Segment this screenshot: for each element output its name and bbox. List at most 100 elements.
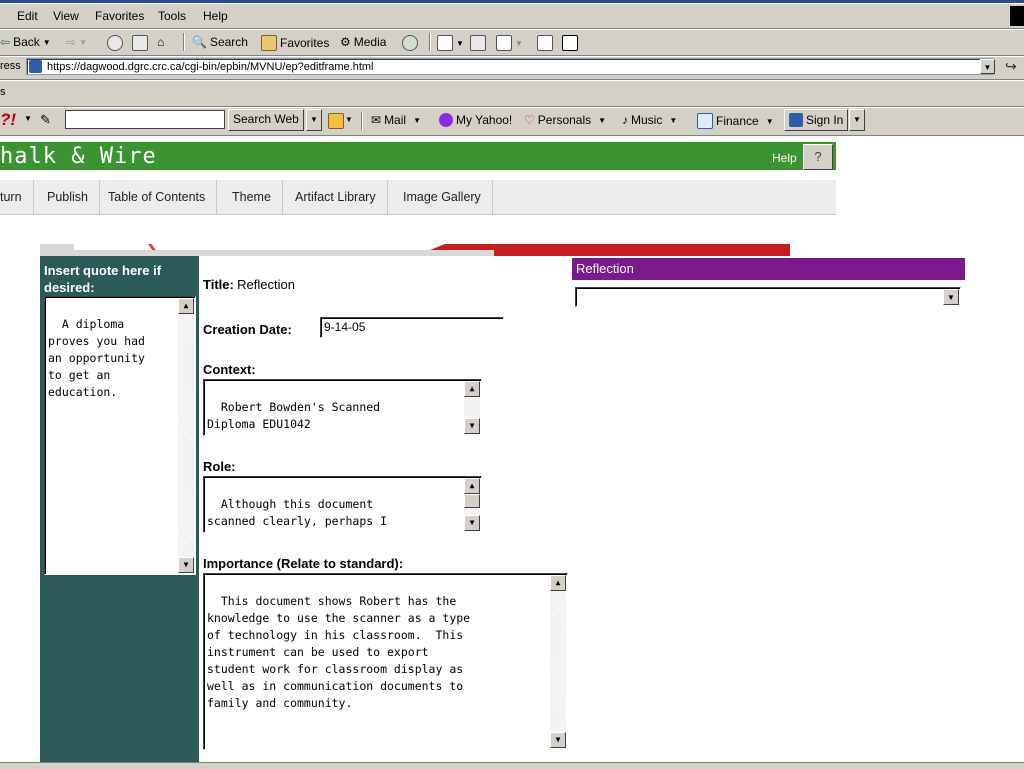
- chevron-down-icon: ▼: [765, 116, 774, 126]
- scroll-up-icon[interactable]: ▲: [550, 575, 566, 591]
- menu-view[interactable]: View: [53, 9, 79, 23]
- history-icon: [402, 35, 418, 51]
- stop-button[interactable]: [107, 35, 123, 51]
- edit-button[interactable]: ▼: [496, 35, 523, 51]
- page-icon: [29, 60, 42, 73]
- chevron-down-icon: ▼: [515, 38, 523, 48]
- chevron-down-icon: ▼: [42, 37, 51, 47]
- nav-return[interactable]: turn: [0, 180, 34, 214]
- menu-edit[interactable]: Edit: [17, 9, 38, 23]
- music-label: Music: [631, 113, 663, 127]
- select-dropdown-arrow-icon[interactable]: ▼: [943, 289, 959, 305]
- search-button[interactable]: 🔍 Search: [192, 35, 248, 49]
- context-text: Robert Bowden's Scanned Diploma EDU1042: [207, 400, 381, 431]
- sign-in-dropdown[interactable]: ▼: [849, 109, 865, 131]
- chevron-down-icon: ▼: [598, 115, 607, 125]
- scroll-down-icon[interactable]: ▼: [550, 732, 566, 748]
- envelope-icon: ✉: [371, 113, 382, 127]
- scroll-up-icon[interactable]: ▲: [464, 381, 480, 397]
- refresh-button[interactable]: [132, 35, 148, 51]
- search-web-dropdown[interactable]: ▼: [306, 109, 322, 131]
- address-input[interactable]: https://dagwood.dgrc.crc.ca/cgi-bin/epbi…: [26, 58, 994, 75]
- back-button[interactable]: ⇦ Back ▼: [0, 35, 51, 49]
- my-yahoo-label: My Yahoo!: [456, 113, 513, 127]
- quote-textarea[interactable]: A diploma proves you had an opportunity …: [44, 296, 196, 575]
- nav-table-of-contents[interactable]: Table of Contents: [97, 180, 218, 214]
- scroll-thumb[interactable]: [464, 494, 480, 508]
- menu-favorites[interactable]: Favorites: [95, 9, 144, 23]
- importance-scrollbar[interactable]: ▲ ▼: [550, 575, 566, 748]
- finance-chart-icon: [697, 113, 713, 129]
- home-icon: ⌂: [157, 35, 165, 49]
- chevron-down-icon[interactable]: ▼: [24, 114, 32, 123]
- menu-tools[interactable]: Tools: [158, 9, 186, 23]
- importance-textarea[interactable]: This document shows Robert has the knowl…: [203, 573, 568, 750]
- music-button[interactable]: ♪ Music ▼: [622, 113, 677, 127]
- chevron-down-icon[interactable]: ▼: [345, 115, 353, 124]
- menu-bar: Edit View Favorites Tools Help: [0, 3, 1024, 29]
- quote-scrollbar[interactable]: ▲ ▼: [178, 298, 194, 573]
- menu-help[interactable]: Help: [203, 9, 228, 23]
- role-scrollbar[interactable]: ▲ ▼: [464, 478, 480, 531]
- help-label[interactable]: Help: [772, 151, 797, 165]
- role-label: Role:: [203, 459, 236, 474]
- print-icon: [470, 35, 486, 51]
- role-text: Although this document scanned clearly, …: [207, 497, 394, 532]
- history-button[interactable]: [402, 35, 418, 51]
- media-label: Media: [353, 35, 387, 49]
- home-button[interactable]: ⌂: [157, 35, 164, 49]
- mail-toolbar-button[interactable]: ▼: [437, 35, 464, 51]
- stop-icon: [107, 35, 123, 51]
- sign-in-button[interactable]: Sign In: [784, 109, 849, 131]
- quote-label: Insert quote here if desired:: [44, 263, 162, 295]
- title-value: Reflection: [237, 277, 295, 292]
- scroll-down-icon[interactable]: ▼: [464, 418, 480, 434]
- app-title: halk & Wire: [0, 144, 157, 169]
- context-textarea[interactable]: Robert Bowden's Scanned Diploma EDU1042 …: [203, 379, 482, 436]
- toolbar-separator: [429, 33, 431, 51]
- yahoo-logo-icon[interactable]: ?!: [0, 110, 16, 130]
- search-label: Search: [209, 35, 248, 49]
- nav-publish[interactable]: Publish: [36, 180, 100, 214]
- scroll-up-icon[interactable]: ▲: [464, 478, 480, 494]
- help-button[interactable]: ?: [803, 144, 833, 170]
- bookmarks-icon[interactable]: [328, 113, 344, 129]
- search-icon: 🔍: [192, 35, 207, 49]
- address-dropdown-button[interactable]: ▼: [980, 59, 995, 74]
- nav-artifact-library[interactable]: Artifact Library: [284, 180, 388, 214]
- search-web-button[interactable]: Search Web: [228, 109, 304, 131]
- creation-date-input[interactable]: 9-14-05: [320, 317, 504, 338]
- nav-image-gallery[interactable]: Image Gallery: [392, 180, 493, 214]
- forward-button[interactable]: ⇨ ▼: [66, 35, 87, 49]
- context-label: Context:: [203, 362, 256, 377]
- highlighter-icon[interactable]: ✎: [40, 112, 51, 128]
- scroll-down-icon[interactable]: ▼: [178, 557, 194, 573]
- role-textarea[interactable]: Although this document scanned clearly, …: [203, 476, 482, 533]
- forward-arrow-icon: ⇨: [66, 35, 77, 49]
- yahoo-search-input[interactable]: [65, 110, 225, 129]
- banner-graphic: [40, 244, 790, 256]
- toolbar-separator: [183, 33, 185, 51]
- finance-button[interactable]: Finance ▼: [697, 113, 774, 129]
- discuss-button[interactable]: [537, 35, 553, 51]
- my-yahoo-button[interactable]: My Yahoo!: [439, 113, 512, 127]
- personals-label: Personals: [537, 113, 592, 127]
- favorites-button[interactable]: Favorites: [261, 35, 329, 51]
- toolbar-separator: [361, 112, 363, 130]
- mail-button[interactable]: ✉ Mail ▼: [371, 113, 421, 127]
- app-nav: turn Publish Table of Contents Theme Art…: [0, 180, 836, 215]
- scroll-up-icon[interactable]: ▲: [178, 298, 194, 314]
- media-button[interactable]: ⚙ Media: [340, 35, 386, 49]
- print-button[interactable]: [470, 35, 486, 51]
- address-bar: ress https://dagwood.dgrc.crc.ca/cgi-bin…: [0, 56, 1024, 80]
- music-icon: ♪: [622, 113, 628, 127]
- scroll-down-icon[interactable]: ▼: [464, 515, 480, 531]
- nav-theme[interactable]: Theme: [221, 180, 283, 214]
- links-bar: s: [0, 80, 1024, 107]
- yahoo-toolbar: ?! ▼ ✎ Search Web ▼ ▼ ✉ Mail ▼ My Yahoo!…: [0, 107, 1024, 136]
- personals-button[interactable]: ♡ Personals ▼: [524, 113, 606, 127]
- messenger-button[interactable]: [562, 35, 578, 51]
- go-arrow-icon[interactable]: ↪: [1005, 58, 1017, 75]
- context-scrollbar[interactable]: ▲ ▼: [464, 381, 480, 434]
- reflection-select[interactable]: ▼: [575, 287, 961, 307]
